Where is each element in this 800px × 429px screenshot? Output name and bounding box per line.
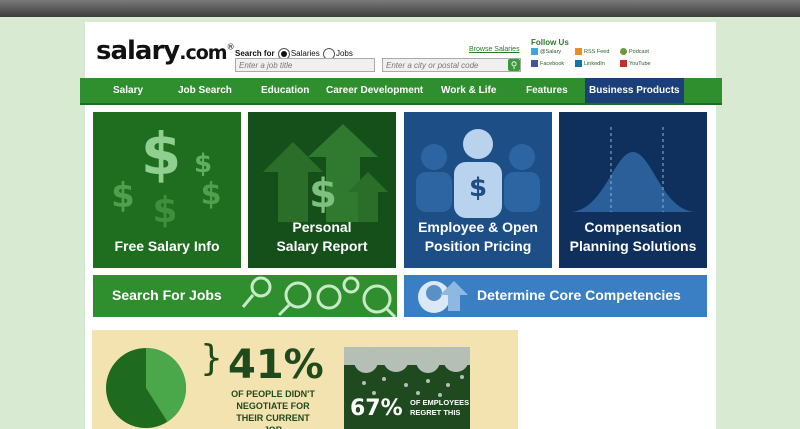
svg-text:$: $ xyxy=(201,177,222,212)
tile-personal-salary-report[interactable]: $ Personal Salary Report xyxy=(248,112,396,268)
podcast-icon xyxy=(620,48,627,55)
facebook-icon xyxy=(531,60,538,67)
browse-salaries-link[interactable]: Browse Salaries xyxy=(469,46,520,53)
podcast-label: Podcast xyxy=(629,48,649,55)
nav-item-features[interactable]: Features xyxy=(526,78,568,103)
stat-67-value: 67% xyxy=(350,396,403,421)
youtube-icon xyxy=(620,60,627,67)
tile-label-line1: Compensation xyxy=(584,219,682,235)
core-competencies-banner[interactable]: Determine Core Competencies xyxy=(404,275,707,317)
tile-label: Free Salary Info xyxy=(93,237,241,256)
stat-41-text: OF PEOPLE DIDN'T NEGOTIATE FOR THEIR CUR… xyxy=(228,388,318,429)
rss-label: RSS Feed xyxy=(584,48,610,55)
tile-label-line1: Employee & Open xyxy=(418,219,538,235)
tile-label: Compensation Planning Solutions xyxy=(559,218,707,256)
search-for-jobs-label: Search For Jobs xyxy=(112,287,222,303)
social-facebook-link[interactable]: Facebook xyxy=(531,60,564,67)
location-input[interactable]: Enter a city or postal code xyxy=(382,58,521,72)
social-youtube-link[interactable]: YouTube xyxy=(620,60,651,67)
youtube-label: YouTube xyxy=(629,60,651,67)
stat-41-line3: THEIR CURRENT JOB xyxy=(236,413,310,429)
logo-text: salary xyxy=(96,36,180,66)
search-icon: ⚲ xyxy=(510,60,518,70)
nav-item-salary[interactable]: Salary xyxy=(113,78,143,103)
follow-us-heading: Follow Us xyxy=(531,38,569,47)
svg-text:$: $ xyxy=(309,171,337,217)
tile-label-line2: Position Pricing xyxy=(424,238,532,254)
twitter-icon xyxy=(531,48,538,55)
tile-compensation-planning[interactable]: Compensation Planning Solutions xyxy=(559,112,707,268)
nav-item-work-life[interactable]: Work & Life xyxy=(441,78,496,103)
browser-top-bar xyxy=(0,0,800,17)
logo-tld: .com xyxy=(179,42,227,64)
search-button[interactable]: ⚲ xyxy=(508,59,520,71)
stat-67-line1: OF EMPLOYEES xyxy=(410,398,470,407)
negotiation-infographic[interactable]: } 41% OF PEOPLE DIDN'T NEGOTIATE FOR THE… xyxy=(92,330,518,429)
social-twitter-link[interactable]: @Salary xyxy=(531,48,561,55)
radio-jobs-label: Jobs xyxy=(335,49,353,59)
linkedin-label: LinkedIn xyxy=(584,60,605,67)
nav-item-job-search[interactable]: Job Search xyxy=(178,78,232,103)
tile-employee-position-pricing[interactable]: $ Employee & Open Position Pricing xyxy=(404,112,552,268)
stat-41-line2: NEGOTIATE FOR xyxy=(236,401,310,411)
core-competencies-label: Determine Core Competencies xyxy=(477,287,681,303)
social-rss-link[interactable]: RSS Feed xyxy=(575,48,609,55)
social-podcast-link[interactable]: Podcast xyxy=(620,48,649,55)
svg-text:$: $ xyxy=(141,120,181,188)
stat-41-line1: OF PEOPLE DIDN'T xyxy=(231,389,315,399)
search-for-label: Search for xyxy=(235,49,275,59)
radio-salaries-label: Salaries xyxy=(290,49,320,59)
tile-free-salary-info[interactable]: $ $ $ $ $ Free Salary Info xyxy=(93,112,241,268)
social-linkedin-link[interactable]: LinkedIn xyxy=(575,60,605,67)
main-nav: Salary Job Search Education Career Devel… xyxy=(80,78,722,105)
tile-label-line2: Salary Report xyxy=(276,238,368,254)
stat-41-value: 41% xyxy=(228,342,324,388)
svg-text:$: $ xyxy=(194,149,212,179)
facebook-label: Facebook xyxy=(540,60,565,67)
stat-67-text: OF EMPLOYEES REGRET THIS xyxy=(410,398,469,418)
job-title-input[interactable]: Enter a job title xyxy=(235,58,375,72)
nav-item-business-products[interactable]: Business Products xyxy=(585,78,684,103)
tile-label-line1: Free Salary Info xyxy=(114,238,220,254)
stat-67-line2: REGRET THIS xyxy=(410,408,461,417)
tile-label: Personal Salary Report xyxy=(248,218,396,256)
tile-label-line1: Personal xyxy=(292,219,352,235)
svg-text:}: } xyxy=(200,338,223,379)
linkedin-icon xyxy=(575,60,582,67)
site-logo[interactable]: salary.com® xyxy=(96,36,235,66)
nav-item-career-development[interactable]: Career Development xyxy=(326,78,423,103)
tile-label: Employee & Open Position Pricing xyxy=(404,218,552,256)
twitter-label: @Salary xyxy=(540,48,562,55)
rss-icon xyxy=(575,48,582,55)
svg-text:$: $ xyxy=(152,190,177,231)
logo-mark: ® xyxy=(226,42,235,52)
svg-text:$: $ xyxy=(469,173,487,203)
nav-item-education[interactable]: Education xyxy=(261,78,309,103)
svg-text:$: $ xyxy=(111,176,135,216)
tile-label-line2: Planning Solutions xyxy=(569,238,697,254)
search-for-jobs-banner[interactable]: Search For Jobs xyxy=(93,275,397,317)
